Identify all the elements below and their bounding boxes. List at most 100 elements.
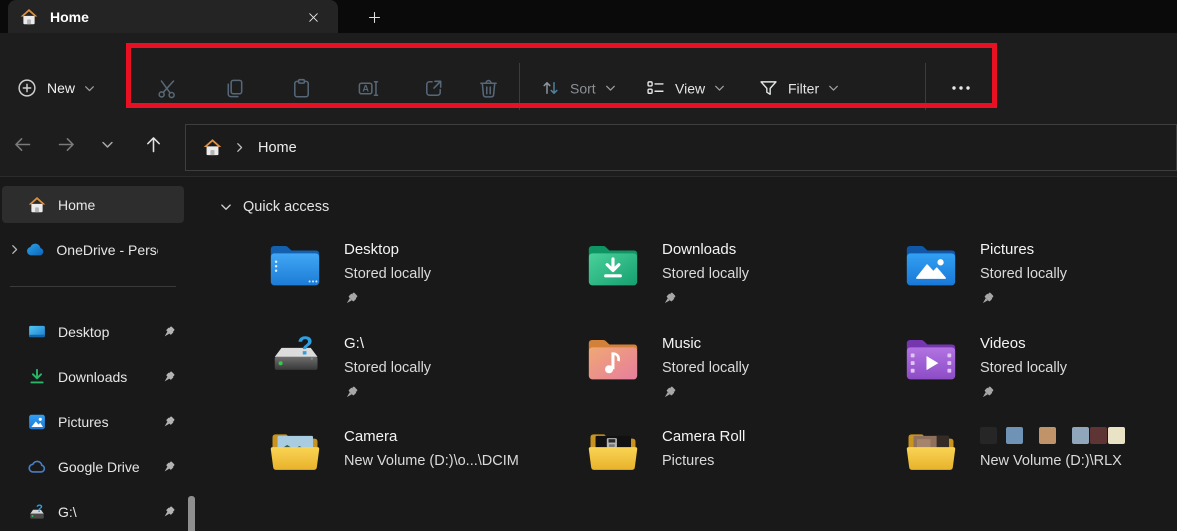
- delete-button[interactable]: [468, 68, 508, 108]
- quick-access-item[interactable]: G:\Stored locally: [268, 332, 586, 426]
- more-icon: [949, 76, 973, 100]
- filter-menu-button[interactable]: Filter: [758, 78, 839, 99]
- pin-icon: [980, 385, 995, 400]
- close-tab-button[interactable]: [302, 6, 324, 28]
- view-label: View: [675, 80, 705, 96]
- view-icon: [645, 78, 666, 99]
- item-text: New Volume (D:)\RLX: [980, 425, 1125, 474]
- toolbar-separator: [925, 63, 926, 110]
- folder-music-icon: [586, 333, 640, 383]
- pin-icon: [344, 291, 359, 306]
- side-downloads-icon: [28, 368, 46, 386]
- item-name: Downloads: [662, 238, 749, 262]
- navigation-bar: Home: [0, 110, 1177, 177]
- sidebar-item-desktop[interactable]: Desktop: [2, 313, 184, 350]
- name-swatch: [980, 427, 997, 444]
- new-tab-button[interactable]: [362, 5, 386, 29]
- sidebar-scrollbar[interactable]: [188, 496, 195, 531]
- address-bar[interactable]: Home: [185, 124, 1177, 171]
- folder-desktop-icon: [268, 239, 322, 289]
- home-icon: [203, 138, 222, 157]
- folder-camera-icon: [268, 426, 322, 476]
- item-location: Stored locally: [344, 356, 431, 381]
- quick-access-item[interactable]: PicturesStored locally: [904, 238, 1177, 332]
- tab-home[interactable]: Home: [8, 0, 338, 33]
- breadcrumb-home[interactable]: Home: [258, 140, 297, 156]
- chevron-right-icon: [234, 142, 245, 153]
- share-button[interactable]: [413, 68, 453, 108]
- folder-videos-icon: [904, 333, 958, 383]
- folder-cameraroll-icon: [586, 426, 640, 476]
- tab-bar: Home: [0, 0, 1177, 33]
- chevron-right-icon: [9, 244, 20, 255]
- quick-access-header[interactable]: Quick access: [220, 199, 329, 215]
- copy-button[interactable]: [214, 68, 254, 108]
- item-text: DesktopStored locally: [344, 238, 431, 306]
- side-desktop-icon: [28, 323, 46, 341]
- item-text: PicturesStored locally: [980, 238, 1067, 306]
- item-name: Camera: [344, 425, 519, 449]
- pin-icon: [162, 415, 176, 429]
- home-icon: [20, 8, 38, 26]
- item-location: Stored locally: [662, 356, 749, 381]
- recent-locations-button[interactable]: [92, 125, 122, 163]
- plus-circle-icon: [16, 77, 38, 99]
- rename-icon: [357, 77, 380, 100]
- quick-access-item[interactable]: VideosStored locally: [904, 332, 1177, 426]
- sidebar-item-label: Downloads: [58, 369, 127, 385]
- item-name: [980, 425, 1125, 449]
- chevron-down-icon: [101, 138, 114, 151]
- quick-access-item[interactable]: New Volume (D:)\RLX: [904, 425, 1177, 519]
- quick-access-item[interactable]: CameraNew Volume (D:)\o...\DCIM: [268, 425, 586, 519]
- new-button[interactable]: New: [16, 77, 95, 99]
- sidebar-item-label: Pictures: [58, 414, 109, 430]
- cut-button[interactable]: [147, 68, 187, 108]
- main-area: Home OneDrive - Perso Desktop Downloads Pict…: [0, 178, 1177, 531]
- folder-rlx-icon: [904, 426, 958, 476]
- more-options-button[interactable]: [942, 68, 980, 108]
- sidebar-item-home[interactable]: Home: [2, 186, 184, 223]
- paste-button[interactable]: [281, 68, 321, 108]
- tab-title: Home: [50, 9, 89, 25]
- quick-access-item[interactable]: DownloadsStored locally: [586, 238, 904, 332]
- sort-menu-button[interactable]: Sort: [540, 78, 616, 99]
- forward-button[interactable]: [47, 125, 85, 163]
- expand-chevron[interactable]: [2, 244, 26, 255]
- quick-access-item[interactable]: Camera RollPictures: [586, 425, 904, 519]
- quick-access-item[interactable]: DesktopStored locally: [268, 238, 586, 332]
- chevron-down-icon: [220, 201, 232, 213]
- pin-icon: [162, 505, 176, 519]
- pin-icon: [162, 370, 176, 384]
- sidebar-item-pictures[interactable]: Pictures: [2, 403, 184, 440]
- onedrive-icon: [26, 241, 44, 259]
- filter-label: Filter: [788, 80, 819, 96]
- item-location: Stored locally: [980, 356, 1067, 381]
- sidebar-item-g-drive[interactable]: G:\: [2, 493, 184, 530]
- sidebar-item-downloads[interactable]: Downloads: [2, 358, 184, 395]
- sidebar-item-label: Home: [58, 197, 95, 213]
- side-drive-icon: [28, 503, 46, 521]
- quick-access-item[interactable]: MusicStored locally: [586, 332, 904, 426]
- sidebar-item-onedrive[interactable]: OneDrive - Perso: [2, 231, 184, 268]
- rename-button[interactable]: [348, 68, 388, 108]
- item-text: DownloadsStored locally: [662, 238, 749, 306]
- name-swatch: [1108, 427, 1125, 444]
- name-swatch: [1090, 427, 1107, 444]
- pin-icon: [662, 291, 677, 306]
- sidebar-item-google-drive[interactable]: Google Drive: [2, 448, 184, 485]
- item-location: Stored locally: [980, 262, 1067, 287]
- up-button[interactable]: [134, 125, 172, 163]
- sidebar-list: Home OneDrive - Perso Desktop Downloads Pict…: [0, 186, 186, 530]
- sidebar-divider: [10, 286, 176, 287]
- drive-icon: [268, 333, 322, 383]
- item-location: Stored locally: [662, 262, 749, 287]
- item-text: Camera RollPictures: [662, 425, 745, 474]
- toolbar-separator: [519, 63, 520, 110]
- name-swatch: [1039, 427, 1056, 444]
- sidebar-item-label: G:\: [58, 504, 77, 520]
- sidebar-item-label: OneDrive - Perso: [56, 242, 158, 258]
- item-location: New Volume (D:)\RLX: [980, 449, 1125, 474]
- sort-icon: [540, 78, 561, 99]
- view-menu-button[interactable]: View: [645, 78, 725, 99]
- back-button[interactable]: [3, 125, 41, 163]
